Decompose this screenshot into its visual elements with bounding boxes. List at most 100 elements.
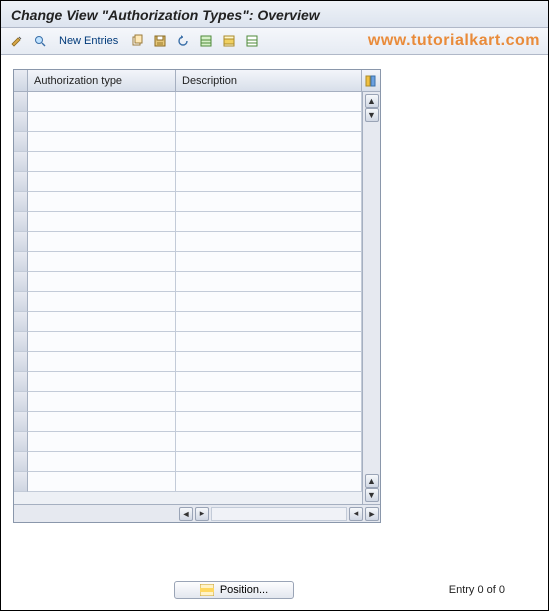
cell-description[interactable]: [176, 392, 362, 412]
scroll-up-small-icon[interactable]: ▲: [365, 474, 379, 488]
horizontal-scrollbar[interactable]: ◄ ▸ ◂ ►: [14, 504, 380, 522]
title-bar: Change View "Authorization Types": Overv…: [1, 1, 548, 28]
scroll-down-icon[interactable]: ▼: [365, 488, 379, 502]
cell-auth-type[interactable]: [28, 472, 176, 492]
cell-description[interactable]: [176, 432, 362, 452]
column-header-description[interactable]: Description: [176, 70, 362, 91]
cell-description[interactable]: [176, 112, 362, 132]
find-icon[interactable]: [30, 31, 50, 51]
column-header-auth-type[interactable]: Authorization type: [28, 70, 176, 91]
row-selector[interactable]: [14, 252, 28, 272]
cell-auth-type[interactable]: [28, 172, 176, 192]
row-selector[interactable]: [14, 372, 28, 392]
cell-auth-type[interactable]: [28, 192, 176, 212]
vertical-scrollbar[interactable]: ▲ ▼ ▲ ▼: [362, 92, 380, 504]
cell-description[interactable]: [176, 332, 362, 352]
row-selector[interactable]: [14, 112, 28, 132]
row-selector-header[interactable]: [14, 70, 28, 91]
cell-description[interactable]: [176, 212, 362, 232]
cell-auth-type[interactable]: [28, 392, 176, 412]
row-selector[interactable]: [14, 132, 28, 152]
row-selector[interactable]: [14, 272, 28, 292]
row-selector[interactable]: [14, 312, 28, 332]
table-row: [14, 92, 362, 112]
scroll-right-last-icon[interactable]: ►: [365, 507, 379, 521]
undo-change-icon[interactable]: [173, 31, 193, 51]
entry-counter: Entry 0 of 0: [449, 584, 505, 596]
cell-description[interactable]: [176, 232, 362, 252]
table-rows: [14, 92, 362, 504]
cell-auth-type[interactable]: [28, 292, 176, 312]
cell-description[interactable]: [176, 292, 362, 312]
row-selector[interactable]: [14, 172, 28, 192]
row-selector[interactable]: [14, 212, 28, 232]
deselect-all-icon[interactable]: [242, 31, 262, 51]
cell-auth-type[interactable]: [28, 132, 176, 152]
row-selector[interactable]: [14, 192, 28, 212]
select-all-icon[interactable]: [196, 31, 216, 51]
cell-description[interactable]: [176, 172, 362, 192]
table-settings-icon[interactable]: [362, 70, 380, 91]
scroll-left-first-icon[interactable]: ◄: [179, 507, 193, 521]
cell-description[interactable]: [176, 352, 362, 372]
row-selector[interactable]: [14, 392, 28, 412]
row-selector[interactable]: [14, 152, 28, 172]
cell-auth-type[interactable]: [28, 112, 176, 132]
table-row: [14, 272, 362, 292]
row-selector[interactable]: [14, 472, 28, 492]
cell-description[interactable]: [176, 252, 362, 272]
watermark-text: www.tutorialkart.com: [368, 32, 540, 50]
table-row: [14, 452, 362, 472]
cell-auth-type[interactable]: [28, 452, 176, 472]
cell-description[interactable]: [176, 412, 362, 432]
scroll-down-small-icon[interactable]: ▼: [365, 108, 379, 122]
position-button[interactable]: Position...: [174, 581, 294, 599]
cell-description[interactable]: [176, 192, 362, 212]
table-row: [14, 212, 362, 232]
new-entries-button[interactable]: New Entries: [53, 31, 124, 51]
row-selector[interactable]: [14, 412, 28, 432]
cell-auth-type[interactable]: [28, 152, 176, 172]
table-row: [14, 252, 362, 272]
row-selector[interactable]: [14, 452, 28, 472]
table-row: [14, 352, 362, 372]
scroll-up-icon[interactable]: ▲: [365, 94, 379, 108]
cell-description[interactable]: [176, 272, 362, 292]
cell-auth-type[interactable]: [28, 412, 176, 432]
table-row: [14, 112, 362, 132]
cell-auth-type[interactable]: [28, 232, 176, 252]
select-block-icon[interactable]: [219, 31, 239, 51]
row-selector[interactable]: [14, 92, 28, 112]
cell-description[interactable]: [176, 452, 362, 472]
row-selector[interactable]: [14, 352, 28, 372]
cell-auth-type[interactable]: [28, 272, 176, 292]
cell-auth-type[interactable]: [28, 92, 176, 112]
cell-description[interactable]: [176, 152, 362, 172]
cell-auth-type[interactable]: [28, 312, 176, 332]
cell-auth-type[interactable]: [28, 212, 176, 232]
cell-auth-type[interactable]: [28, 432, 176, 452]
table-row: [14, 292, 362, 312]
cell-auth-type[interactable]: [28, 332, 176, 352]
row-selector[interactable]: [14, 432, 28, 452]
row-selector[interactable]: [14, 292, 28, 312]
cell-description[interactable]: [176, 312, 362, 332]
scroll-left-icon[interactable]: ▸: [195, 507, 209, 521]
position-button-label: Position...: [220, 584, 268, 596]
toggle-display-change-icon[interactable]: [7, 31, 27, 51]
scroll-right-icon[interactable]: ◂: [349, 507, 363, 521]
cell-auth-type[interactable]: [28, 252, 176, 272]
cell-auth-type[interactable]: [28, 372, 176, 392]
hscroll-track[interactable]: [211, 507, 347, 521]
copy-as-icon[interactable]: [127, 31, 147, 51]
cell-description[interactable]: [176, 472, 362, 492]
cell-description[interactable]: [176, 372, 362, 392]
row-selector[interactable]: [14, 232, 28, 252]
row-selector[interactable]: [14, 332, 28, 352]
cell-description[interactable]: [176, 92, 362, 112]
cell-description[interactable]: [176, 132, 362, 152]
table-row: [14, 192, 362, 212]
save-icon[interactable]: [150, 31, 170, 51]
table-row: [14, 332, 362, 352]
cell-auth-type[interactable]: [28, 352, 176, 372]
